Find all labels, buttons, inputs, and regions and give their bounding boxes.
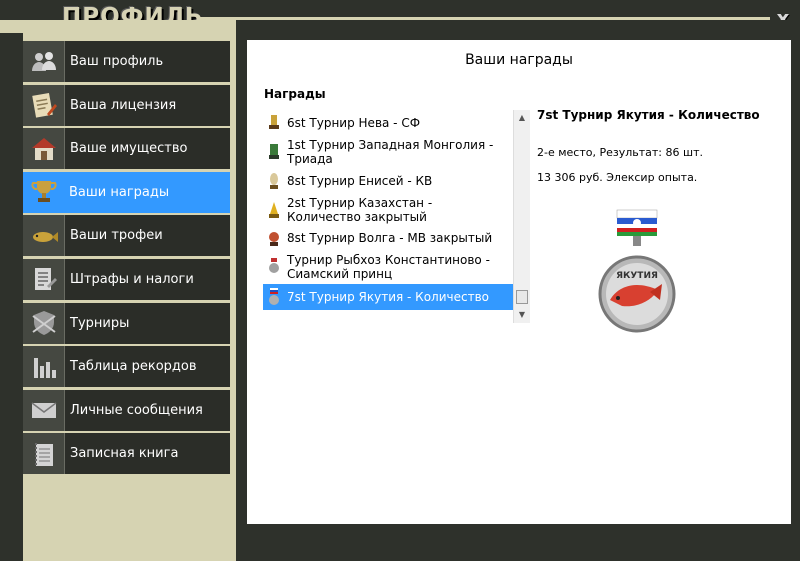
sidebar-shadow [0,33,23,561]
award-item[interactable]: Турнир Рыбхоз Константиново - Сиамский п… [263,250,529,284]
sidebar-item-label: Ваша лицензия [70,97,177,113]
award-icon [269,258,279,273]
sidebar-item-records[interactable]: Таблица рекордов [23,346,230,388]
award-label: 6st Турнир Нева - СФ [287,115,421,130]
medal-text: ЯКУТИЯ [616,271,658,281]
sidebar-item-label: Штрафы и налоги [70,271,194,287]
scroll-up-icon[interactable]: ▲ [514,110,530,126]
award-icon [269,201,279,218]
award-label-cont: Сиамский принц [287,267,393,281]
award-item-selected[interactable]: 7st Турнир Якутия - Количество [263,284,529,310]
award-icon [269,288,279,305]
award-label: Турнир Рыбхоз Константиново - [287,253,490,267]
award-item[interactable]: 6st Турнир Нева - СФ [263,110,529,135]
sidebar-item-label: Ваши трофеи [70,228,163,244]
document-icon [23,258,65,300]
award-label: 1st Турнир Западная Монголия - [287,138,494,152]
profile-window: ПРОФИЛЬ x Ваш профиль Ваша лицензия Ваше… [0,0,800,561]
sidebar-item-property[interactable]: Ваше имущество [23,128,230,170]
sidebar-item-messages[interactable]: Личные сообщения [23,389,230,431]
sidebar-item-fines[interactable]: Штрафы и налоги [23,258,230,300]
award-item[interactable]: 1st Турнир Западная Монголия - Триада [263,135,529,169]
award-item[interactable]: 8st Турнир Волга - МВ закрытый [263,226,529,250]
sidebar-item-label: Ваше имущество [70,141,188,157]
award-label: 7st Турнир Якутия - Количество [287,290,489,304]
awards-scrollbar[interactable]: ▲ ▼ [513,110,530,323]
award-detail-title: 7st Турнир Якутия - Количество [537,108,760,122]
awards-list[interactable]: 6st Турнир Нева - СФ 1st Турнир Западная… [263,110,529,323]
sidebar-item-label: Ваш профиль [70,54,164,69]
award-prize: 13 306 руб. Элексир опыта. [537,171,698,184]
award-result: 2-е место, Результат: 86 шт. [537,146,703,159]
award-label: 8st Турнир Енисей - КВ [287,174,433,188]
scroll-thumb[interactable] [516,290,528,304]
fish-icon [23,215,65,257]
sidebar-item-awards[interactable]: Ваши награды [23,171,230,213]
sidebar-item-profile[interactable]: Ваш профиль [23,41,230,82]
sidebar-item-label: Таблица рекордов [70,359,197,375]
shield-icon [23,302,65,344]
sidebar-item-tournaments[interactable]: Турниры [23,302,230,344]
award-item[interactable]: 2st Турнир Казахстан - Количество закрыт… [263,193,529,226]
sidebar-item-trophies[interactable]: Ваши трофеи [23,215,230,257]
notebook-icon [23,433,65,475]
bar-chart-icon [23,346,65,388]
scroll-down-icon[interactable]: ▼ [514,307,530,323]
sidebar-item-notebook[interactable]: Записная книга [23,433,230,475]
trophy-icon [23,171,64,213]
award-label-cont: Количество закрытый [287,209,427,224]
award-label-cont: Триада [287,152,333,166]
sidebar-item-label: Турниры [70,315,130,331]
house-icon [23,128,65,170]
page-title: Ваши награды [465,52,573,68]
sidebar-item-label: Ваши награды [69,184,170,200]
award-icon [270,173,278,189]
award-label: 8st Турнир Волга - МВ закрытый [287,231,493,245]
award-label: 2st Турнир Казахстан - [287,195,433,210]
award-icon [269,232,279,246]
award-icon [269,144,279,159]
medal-image: ЯКУТИЯ [598,209,676,333]
users-icon [23,41,65,82]
awards-panel: Ваши награды Награды 6st Турнир Нева - С… [247,40,791,524]
sidebar-nav: Ваш профиль Ваша лицензия Ваше имущество… [23,41,230,477]
envelope-icon [23,389,65,431]
sidebar-item-label: Записная книга [70,446,179,462]
award-item[interactable]: 8st Турнир Енисей - КВ [263,169,529,193]
sidebar-item-label: Личные сообщения [70,402,203,418]
award-icon [269,114,279,129]
license-icon [23,84,65,126]
awards-header: Награды [264,87,326,101]
sidebar-item-license[interactable]: Ваша лицензия [23,84,230,126]
